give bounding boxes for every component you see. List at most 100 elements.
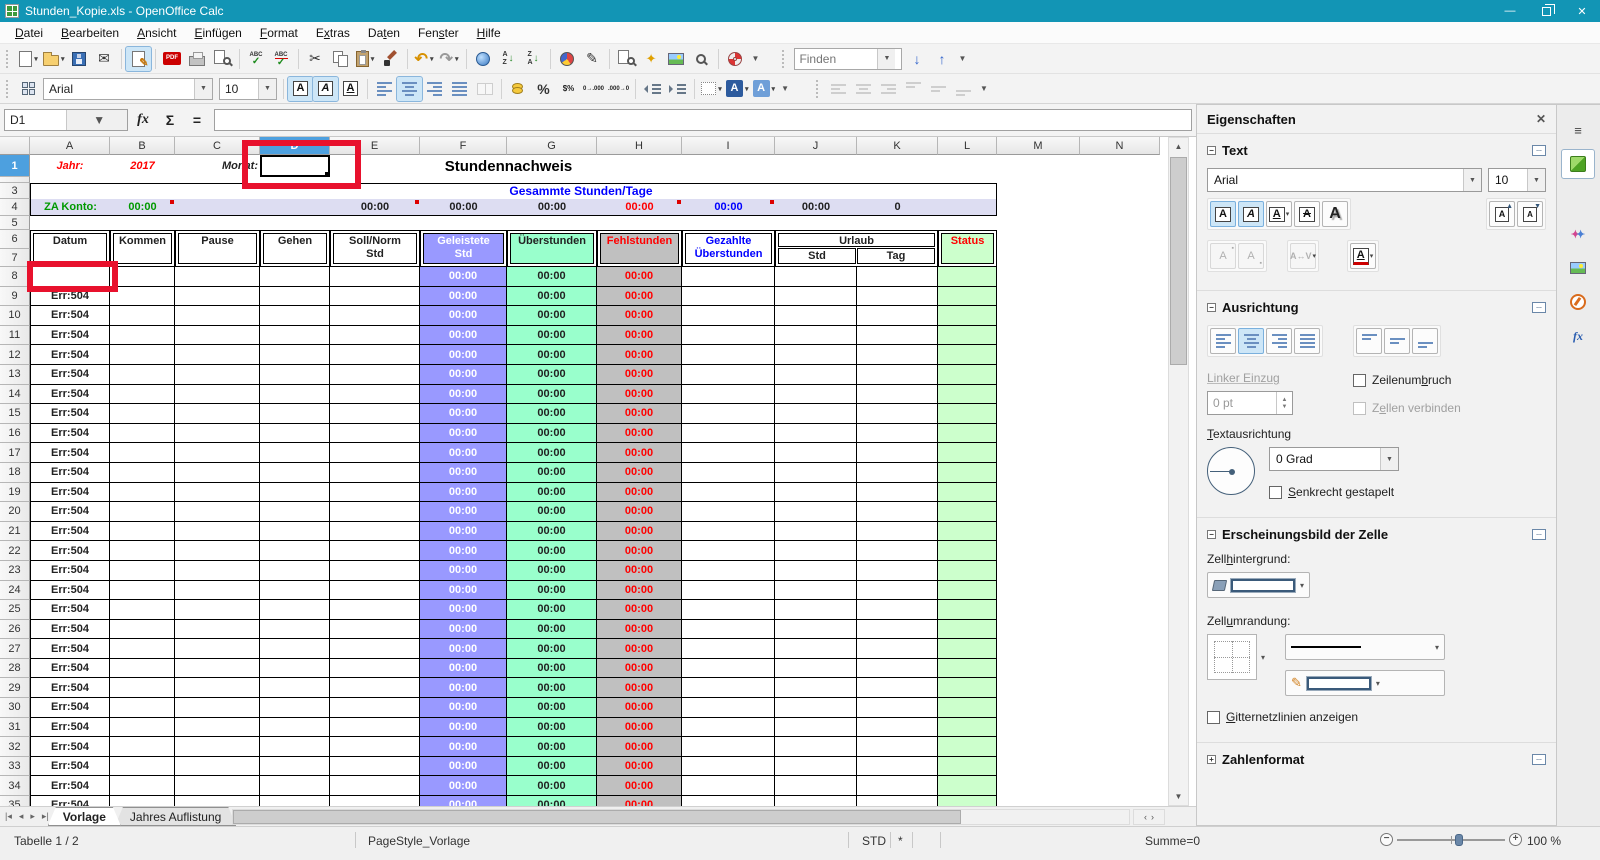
copy-button[interactable] (328, 47, 353, 71)
cell-l11[interactable] (938, 326, 997, 346)
cell-b25[interactable] (110, 600, 175, 620)
cell-a35[interactable]: Err:504 (30, 796, 110, 806)
cell-d11[interactable] (260, 326, 330, 346)
row-header-32[interactable]: 32 (0, 737, 30, 757)
cell-g13[interactable]: 00:00 (507, 365, 597, 385)
cell-l16[interactable] (938, 424, 997, 444)
cell-n12[interactable] (1080, 345, 1160, 365)
cell-m22[interactable] (997, 541, 1080, 561)
zoom-out-button[interactable]: − (1380, 833, 1393, 846)
cell-h31[interactable]: 00:00 (597, 718, 682, 738)
cell-d34[interactable] (260, 776, 330, 796)
vertical-scroll-thumb[interactable] (1170, 157, 1187, 365)
align-right-button[interactable] (422, 77, 447, 101)
cell-h22[interactable]: 00:00 (597, 541, 682, 561)
cell-c23[interactable] (175, 561, 260, 581)
cell-c8[interactable] (175, 267, 260, 287)
chevron-down-icon[interactable]: ▼ (1380, 448, 1398, 470)
save-button[interactable] (67, 47, 92, 71)
cell-m23[interactable] (997, 561, 1080, 581)
cell-e13[interactable] (330, 365, 420, 385)
cell-f14[interactable]: 00:00 (420, 385, 507, 405)
cell-h27[interactable]: 00:00 (597, 639, 682, 659)
cell-a30[interactable]: Err:504 (30, 698, 110, 718)
cell-m27[interactable] (997, 639, 1080, 659)
chevron-down-icon[interactable]: ▼ (194, 79, 212, 99)
cell-b27[interactable] (110, 639, 175, 659)
column-header-i[interactable]: I (682, 137, 775, 155)
cell-d30[interactable] (260, 698, 330, 718)
vertical-scrollbar[interactable]: ▲ ▼ (1168, 137, 1189, 806)
cell-a14[interactable]: Err:504 (30, 385, 110, 405)
cell-g19[interactable]: 00:00 (507, 483, 597, 503)
cell-m34[interactable] (997, 776, 1080, 796)
border-line-style-combo[interactable]: ▾ (1285, 634, 1445, 660)
cell-e17[interactable] (330, 443, 420, 463)
align-middle-button[interactable] (1384, 328, 1410, 354)
cell-b1-jahr-value[interactable]: 2017 (110, 155, 175, 177)
cell-c20[interactable] (175, 502, 260, 522)
cell-c11[interactable] (175, 326, 260, 346)
cell-m31[interactable] (997, 718, 1080, 738)
sidebar-italic-button[interactable]: A (1238, 201, 1264, 227)
apply-style-button[interactable] (16, 77, 41, 101)
row-header-33[interactable]: 33 (0, 757, 30, 777)
column-header-j[interactable]: J (775, 137, 857, 155)
cell-b31[interactable] (110, 718, 175, 738)
toolbar-overflow-icon[interactable]: ▼ (752, 54, 760, 63)
cell-c30[interactable] (175, 698, 260, 718)
cell-i24[interactable] (682, 581, 775, 601)
cell-f22[interactable]: 00:00 (420, 541, 507, 561)
cell-e35[interactable] (330, 796, 420, 806)
cell-f23[interactable]: 00:00 (420, 561, 507, 581)
align-center-button[interactable] (397, 77, 422, 101)
cell-h17[interactable]: 00:00 (597, 443, 682, 463)
summary-box[interactable]: Gesammte Stunden/Tage (30, 183, 997, 199)
first-sheet-button[interactable]: |◂ (2, 811, 15, 822)
zoom-button[interactable] (689, 47, 714, 71)
cell-j16[interactable] (775, 424, 857, 444)
selected-cell-d1[interactable] (260, 155, 330, 177)
toolbar-overflow-icon[interactable]: ▼ (958, 54, 966, 63)
cell-e24[interactable] (330, 581, 420, 601)
cell-n23[interactable] (1080, 561, 1160, 581)
cell-a1-jahr-label[interactable]: Jahr: (30, 155, 110, 177)
decrease-indent-button[interactable] (640, 77, 665, 101)
cell-e1[interactable] (330, 155, 420, 177)
sidebar-font-name-combo[interactable]: Arial ▼ (1207, 168, 1482, 192)
row-header-6[interactable]: 6 (0, 230, 30, 249)
align-top-button[interactable] (1356, 328, 1382, 354)
cell-a15[interactable]: Err:504 (30, 404, 110, 424)
cell-k11[interactable] (857, 326, 938, 346)
chevron-down-icon[interactable]: ▼ (1527, 169, 1545, 191)
cell-j8[interactable] (775, 267, 857, 287)
cell-c12[interactable] (175, 345, 260, 365)
header-datum[interactable]: Datum (30, 230, 110, 267)
sort-descending-button[interactable]: ZA↓ (521, 47, 546, 71)
cell-k32[interactable] (857, 737, 938, 757)
cell-j24[interactable] (775, 581, 857, 601)
cell-d9[interactable] (260, 287, 330, 307)
cell-n17[interactable] (1080, 443, 1160, 463)
cell-m32[interactable] (997, 737, 1080, 757)
menu-item-ansicht[interactable]: Ansicht (128, 24, 185, 42)
cell-l13[interactable] (938, 365, 997, 385)
cell-n21[interactable] (1080, 522, 1160, 542)
cell-h18[interactable]: 00:00 (597, 463, 682, 483)
find-down-button[interactable]: ↓ (904, 47, 929, 71)
email-button[interactable]: ✉ (92, 47, 117, 71)
row-header-9[interactable]: 9 (0, 287, 30, 307)
format-paintbrush-button[interactable] (378, 47, 403, 71)
cell-g29[interactable]: 00:00 (507, 678, 597, 698)
object-align-bottom-button[interactable] (951, 77, 976, 101)
cell-n11[interactable] (1080, 326, 1160, 346)
cell-l32[interactable] (938, 737, 997, 757)
find-replace-button[interactable] (614, 47, 639, 71)
cell-c13[interactable] (175, 365, 260, 385)
cell-e10[interactable] (330, 306, 420, 326)
cell-n34[interactable] (1080, 776, 1160, 796)
cell-f19[interactable]: 00:00 (420, 483, 507, 503)
cell-m11[interactable] (997, 326, 1080, 346)
cell-k13[interactable] (857, 365, 938, 385)
cell-a13[interactable]: Err:504 (30, 365, 110, 385)
